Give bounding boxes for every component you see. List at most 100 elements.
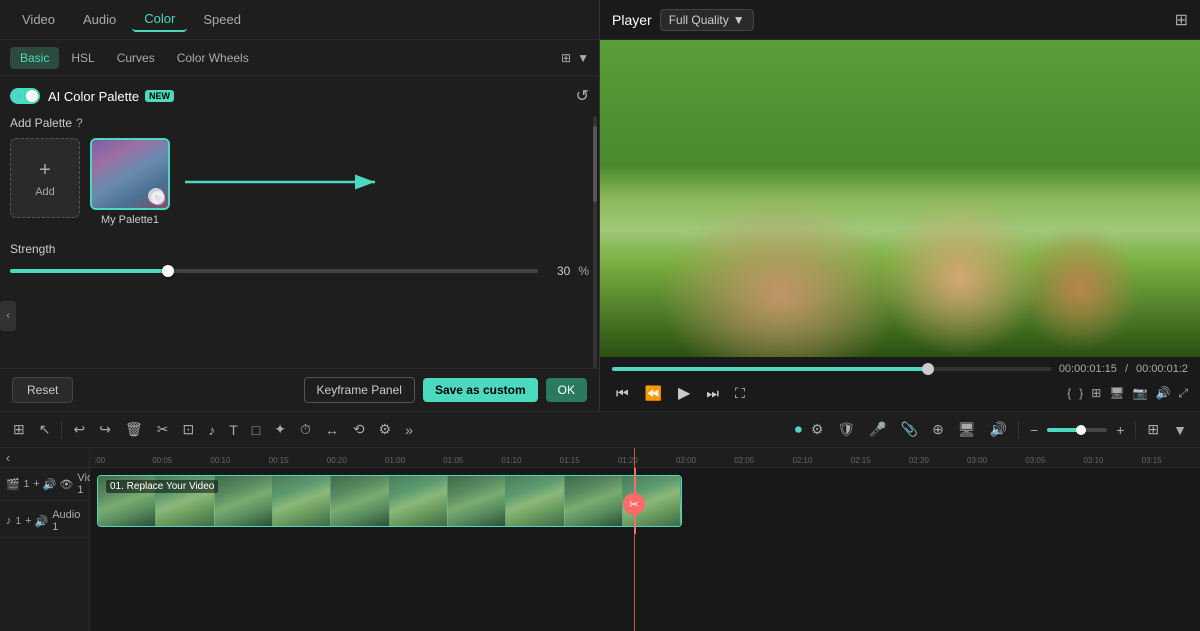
sub-tab-basic[interactable]: Basic bbox=[10, 47, 59, 69]
video-track-icon: 🎬 bbox=[6, 478, 20, 491]
tl-left-icon[interactable]: ‹ bbox=[6, 451, 10, 465]
layout-icon[interactable]: ⊞ bbox=[561, 51, 571, 65]
timeline-area: ⊞ ↖ ↩ ↪ 🗑 ✂ ⊡ ♪ T □ ✦ ⏱ ↔ ⟲ ⚙ » ⏺ ⚙ 🛡 🎤 … bbox=[0, 411, 1200, 631]
track-label-audio: ♪ 1 + 🔊 Audio 1 bbox=[0, 505, 89, 538]
screen-icon[interactable]: 🖥 bbox=[1109, 386, 1124, 401]
strength-slider-row: 30 % bbox=[10, 264, 589, 278]
video-eye-icon[interactable]: 👁 bbox=[59, 478, 73, 491]
tl-mic-icon[interactable]: 🎤 bbox=[864, 418, 891, 441]
tab-video[interactable]: Video bbox=[10, 8, 67, 31]
keyframe-panel-button[interactable]: Keyframe Panel bbox=[304, 377, 415, 403]
tl-paint-icon[interactable]: ⚙ bbox=[374, 418, 397, 441]
tl-crop-icon[interactable]: ⊡ bbox=[177, 418, 199, 441]
time-current: 00:00:01:15 bbox=[1059, 363, 1117, 375]
tl-shape-icon[interactable]: □ bbox=[247, 419, 265, 441]
timeline-toolbar: ⊞ ↖ ↩ ↪ 🗑 ✂ ⊡ ♪ T □ ✦ ⏱ ↔ ⟲ ⚙ » ⏺ ⚙ 🛡 🎤 … bbox=[0, 412, 1200, 448]
track-content: :00 00:05 00:10 00:15 00:20 01:00 01:05 … bbox=[90, 448, 1200, 631]
tl-zoom-out-icon[interactable]: − bbox=[1025, 419, 1043, 441]
tl-settings-icon[interactable]: ⚙ bbox=[806, 418, 829, 441]
audio-mute-icon[interactable]: 🔊 bbox=[35, 515, 49, 528]
strength-thumb[interactable] bbox=[162, 265, 174, 277]
progress-track[interactable] bbox=[612, 367, 1051, 371]
tl-shield-icon[interactable]: 🛡 bbox=[832, 418, 860, 441]
film-frame-5 bbox=[331, 476, 389, 526]
cut-icon: ✂ bbox=[623, 493, 645, 515]
bracket-left-icon[interactable]: { bbox=[1067, 386, 1071, 401]
tl-grid-icon[interactable]: ⊞ bbox=[8, 418, 30, 441]
tab-audio[interactable]: Audio bbox=[71, 8, 128, 31]
player-label: Player bbox=[612, 12, 652, 28]
progress-thumb[interactable] bbox=[922, 363, 934, 375]
tl-zoom-in-icon[interactable]: + bbox=[1111, 419, 1129, 441]
panel-nav-left[interactable]: ‹ bbox=[0, 301, 16, 331]
play-button[interactable]: ▶ bbox=[674, 381, 694, 405]
tl-record-icon[interactable]: ⏺ bbox=[795, 421, 802, 438]
tl-clip-icon[interactable]: 📎 bbox=[896, 418, 923, 441]
tl-audio-icon[interactable]: ♪ bbox=[203, 419, 220, 441]
tl-zoom-slider[interactable] bbox=[1047, 428, 1107, 432]
ok-button[interactable]: OK bbox=[546, 378, 587, 402]
tl-transition-icon[interactable]: ↔ bbox=[320, 419, 344, 441]
layout-ctrl-icon[interactable]: ⊞ bbox=[1091, 386, 1101, 401]
time-separator: / bbox=[1125, 363, 1128, 375]
add-palette-button[interactable]: + Add bbox=[10, 138, 80, 218]
video-scene bbox=[600, 40, 1200, 357]
sub-tab-hsl[interactable]: HSL bbox=[61, 47, 104, 69]
save-custom-button[interactable]: Save as custom bbox=[423, 378, 538, 402]
cut-marker[interactable]: ✂ bbox=[623, 493, 645, 515]
tl-layout-grid-icon[interactable]: ⊞ bbox=[1142, 418, 1164, 441]
timeline-ruler: :00 00:05 00:10 00:15 00:20 01:00 01:05 … bbox=[90, 448, 1200, 468]
fullscreen-button[interactable]: ⛶ bbox=[731, 383, 749, 404]
tl-transform-icon[interactable]: ⟲ bbox=[348, 418, 370, 441]
tl-text-icon[interactable]: T bbox=[224, 419, 243, 441]
strength-slider[interactable] bbox=[10, 269, 538, 273]
palette-item-1[interactable]: ↻ My Palette1 bbox=[90, 138, 170, 226]
top-tabs: Video Audio Color Speed bbox=[0, 0, 599, 40]
video-add-icon[interactable]: + bbox=[33, 478, 39, 491]
video-track-overlay-label: 01. Replace Your Video bbox=[106, 480, 218, 493]
panel-scrollbar[interactable] bbox=[593, 116, 597, 368]
tl-effects-icon[interactable]: ✦ bbox=[269, 418, 291, 441]
strength-value: 30 bbox=[546, 264, 570, 278]
bracket-right-icon[interactable]: } bbox=[1079, 386, 1083, 401]
tl-more-icon[interactable]: » bbox=[400, 419, 418, 441]
tl-snap-icon[interactable]: ⊕ bbox=[927, 418, 949, 441]
tl-vol-icon[interactable]: 🔊 bbox=[985, 418, 1012, 441]
expand-icon[interactable]: ▼ bbox=[577, 51, 589, 65]
film-frame-8 bbox=[506, 476, 564, 526]
tl-screen2-icon[interactable]: 🖥 bbox=[953, 418, 981, 441]
expand-ctrl-icon[interactable]: ⤢ bbox=[1178, 386, 1188, 401]
audio-add-icon[interactable]: + bbox=[25, 515, 31, 528]
tl-cut-icon[interactable]: ✂ bbox=[152, 418, 174, 441]
grid-view-icon[interactable]: ⊞ bbox=[1175, 10, 1188, 30]
add-palette-section-label: Add Palette ? bbox=[10, 116, 589, 130]
tl-time-icon[interactable]: ⏱ bbox=[295, 418, 316, 441]
tab-speed[interactable]: Speed bbox=[191, 8, 253, 31]
tl-redo-icon[interactable]: ↪ bbox=[94, 418, 116, 441]
ruler-mark-16: 03:05 bbox=[1025, 456, 1083, 465]
ai-toggle[interactable] bbox=[10, 88, 40, 104]
tl-select-icon[interactable]: ↖ bbox=[34, 418, 56, 441]
tl-delete-icon[interactable]: 🗑 bbox=[120, 418, 148, 441]
track-audio-icons: + 🔊 bbox=[25, 515, 48, 528]
ruler-mark-9: 01:20 bbox=[618, 456, 676, 465]
progress-fill bbox=[612, 367, 928, 371]
step-back-button[interactable]: ⏪ bbox=[641, 383, 666, 404]
ruler-mark-15: 03:00 bbox=[967, 456, 1025, 465]
tl-undo-icon[interactable]: ↩ bbox=[68, 418, 90, 441]
ctrl-icons-right: { } ⊞ 🖥 📷 🔊 ⤢ bbox=[1067, 386, 1188, 401]
reset-button[interactable]: Reset bbox=[12, 377, 73, 403]
skip-to-end-button[interactable]: ⏭ bbox=[702, 383, 723, 404]
tab-color[interactable]: Color bbox=[132, 7, 187, 32]
skip-to-start-button[interactable]: ⏮ bbox=[612, 383, 633, 404]
volume-icon[interactable]: 🔊 bbox=[1155, 386, 1170, 401]
palette-thumb-image: ↻ bbox=[92, 140, 168, 208]
sub-tab-curves[interactable]: Curves bbox=[107, 47, 165, 69]
camera-icon[interactable]: 📷 bbox=[1132, 386, 1147, 401]
sub-tab-color-wheels[interactable]: Color Wheels bbox=[167, 47, 259, 69]
quality-select[interactable]: Full Quality ▼ bbox=[660, 9, 754, 31]
tl-expand-icon[interactable]: ▼ bbox=[1168, 419, 1192, 441]
video-mute-icon[interactable]: 🔊 bbox=[43, 478, 57, 491]
ai-reset-button[interactable]: ↺ bbox=[576, 86, 589, 106]
video-track[interactable]: 01. Replace Your Video bbox=[97, 475, 682, 527]
